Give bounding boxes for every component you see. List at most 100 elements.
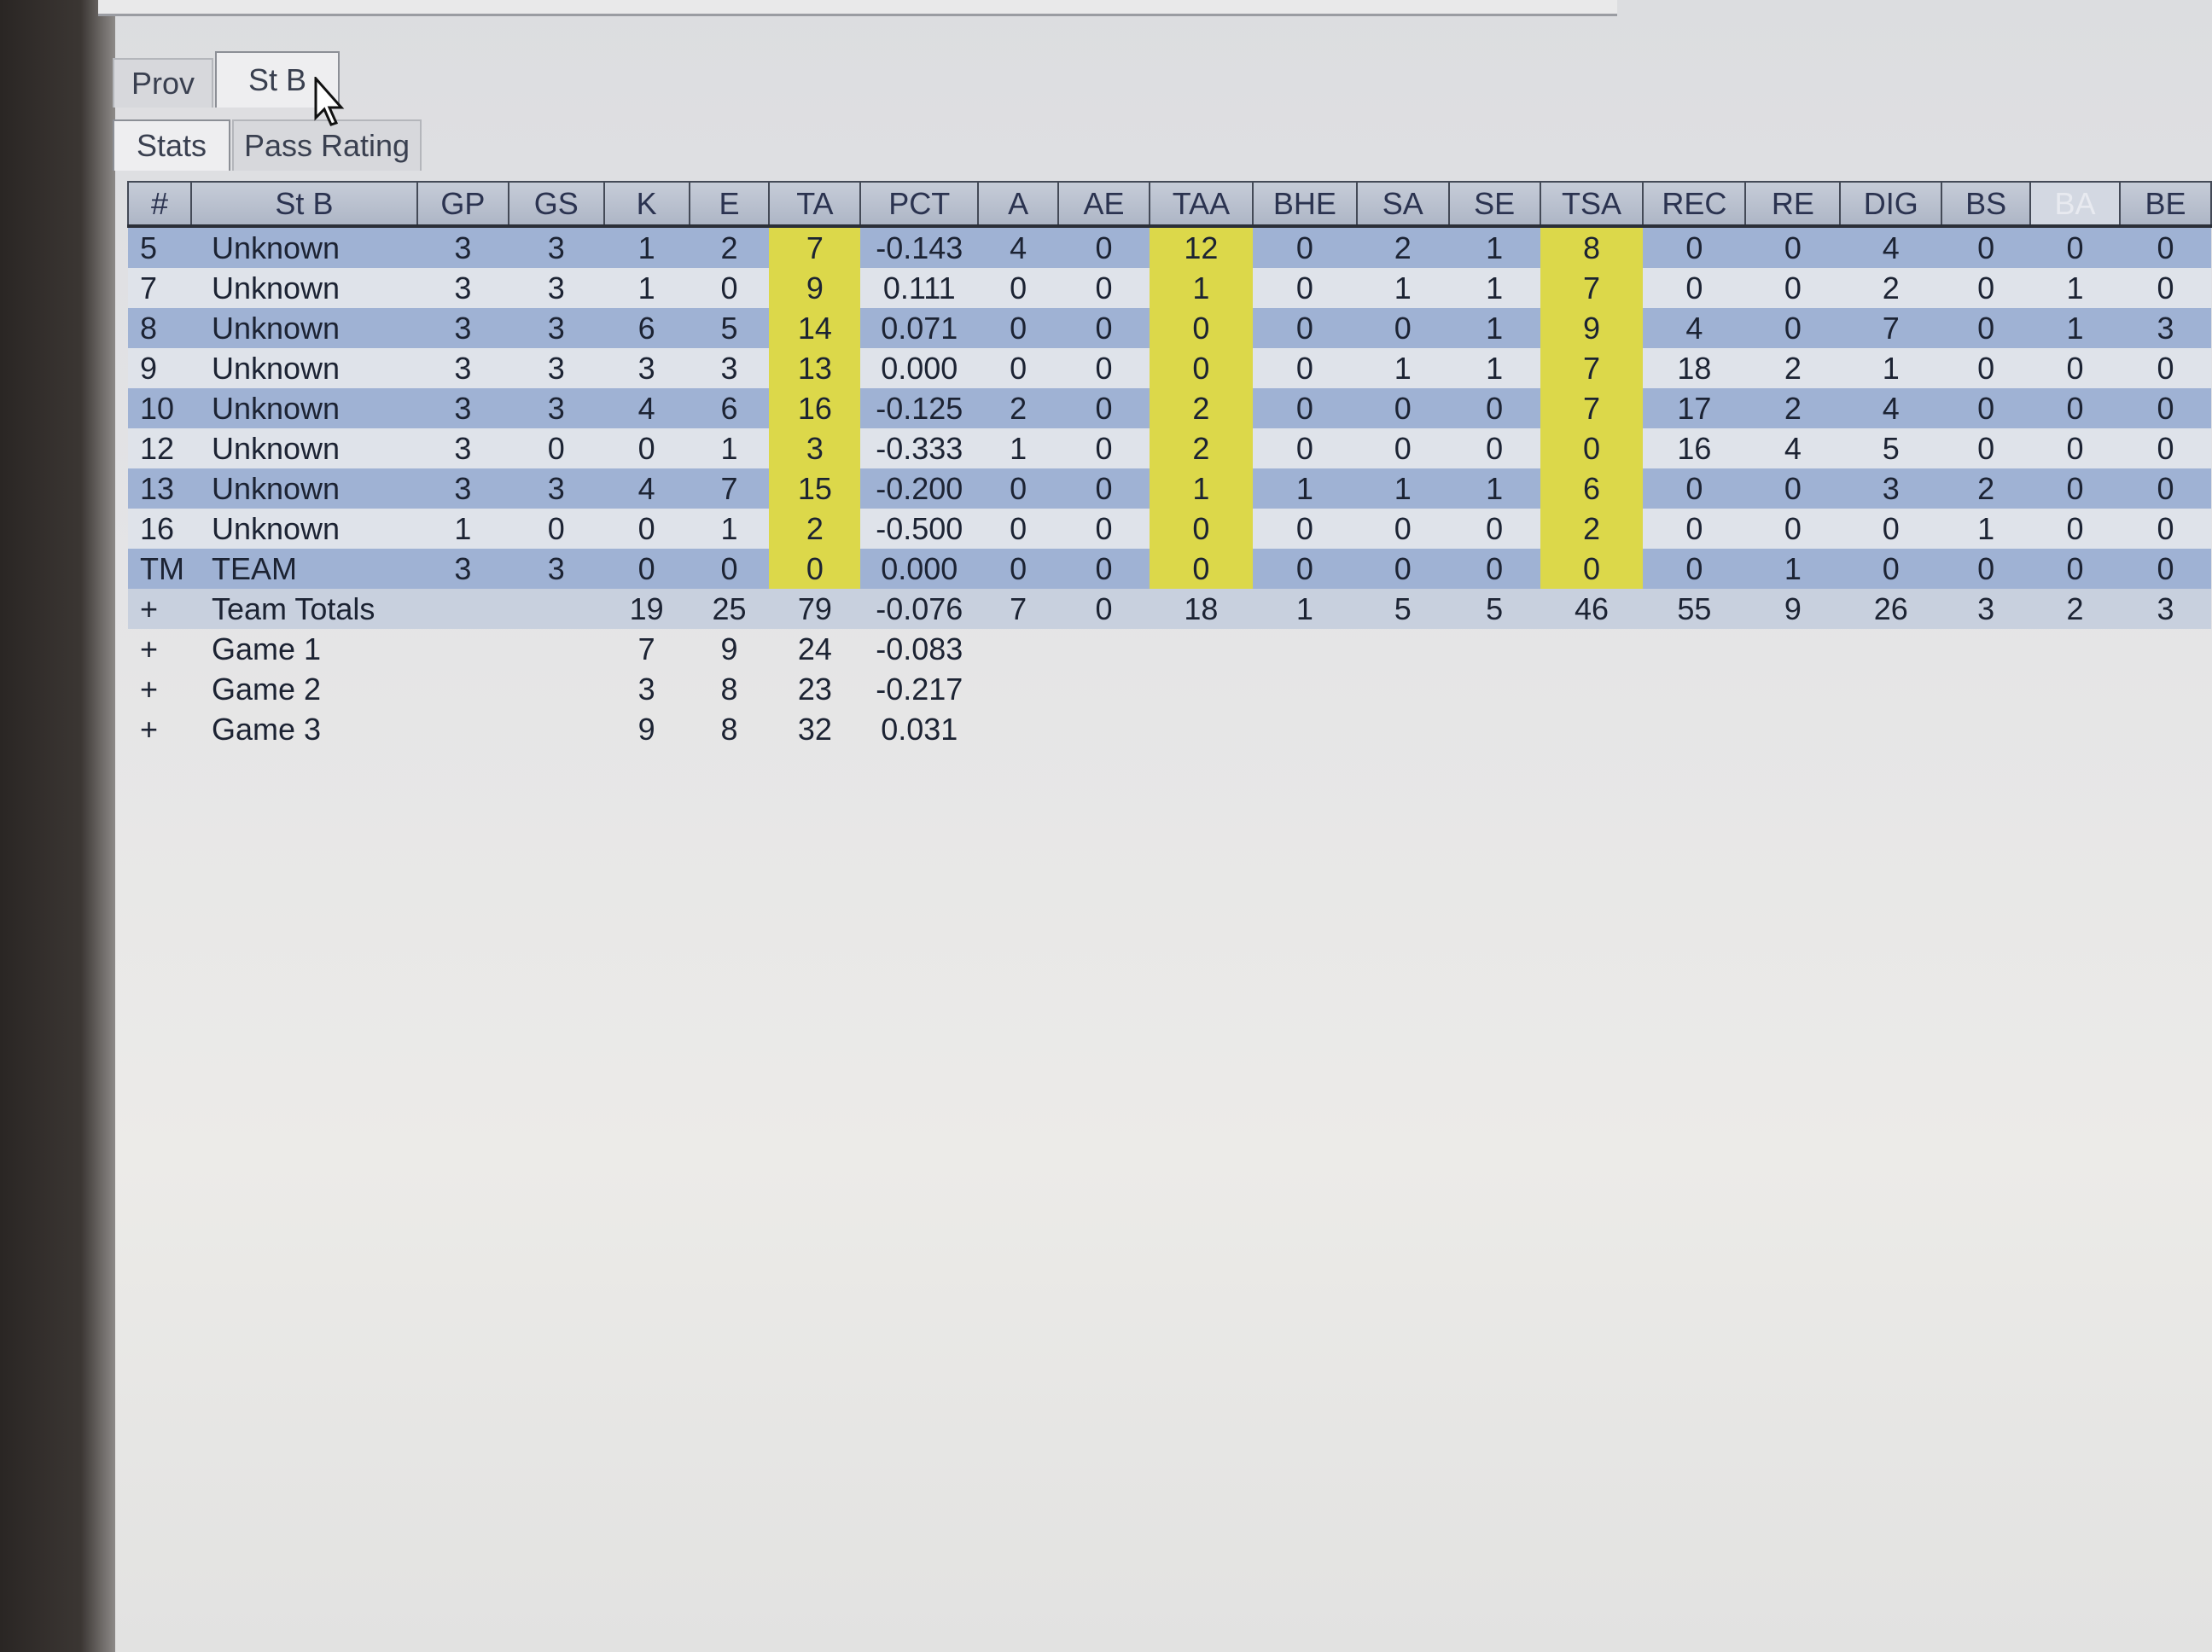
cell-ae: 0 xyxy=(1058,268,1150,308)
cell-tsa: 2 xyxy=(1540,509,1644,549)
cell-k: 3 xyxy=(637,671,655,707)
cell-rec: 16 xyxy=(1643,428,1746,468)
tab-stats[interactable]: Stats xyxy=(113,119,230,171)
column-header-ta[interactable]: TA xyxy=(768,181,862,228)
cell-k: 0 xyxy=(603,428,690,468)
cell-a: 0 xyxy=(978,308,1059,348)
table-row[interactable]: TM TEAM 3 3 0 0 0 0.000 0 0 0 0 0 0 0 0 1 0 0 0 0 xyxy=(128,549,2211,589)
column-header-rec[interactable]: REC xyxy=(1642,181,1747,228)
player-name-cell: Unknown xyxy=(190,428,417,468)
table-row[interactable]: 7 Unknown 3 3 1 0 9 0.111 0 0 1 0 1 1 7 0 0 2 0 1 0 xyxy=(128,268,2211,308)
cell-bs: 0 xyxy=(1941,268,2031,308)
cell-sa: 0 xyxy=(1356,509,1449,549)
cell-taa xyxy=(1150,669,1253,709)
cell-be: 3 xyxy=(2119,308,2211,348)
cell-se: 1 xyxy=(1448,268,1540,308)
totals-row[interactable]: + Team Totals 19 25 79 -0.076 7 0 18 1 5 5 46 55 9 26 3 2… xyxy=(128,589,2211,629)
cell-re xyxy=(1745,629,1840,669)
cell-tsa xyxy=(1540,669,1644,709)
table-row[interactable]: 13 Unknown 3 3 4 7 15 -0.200 0 0 1 1 1 1 6 0 0 3 2 0 0 xyxy=(128,468,2211,509)
cell-bs: 0 xyxy=(1941,308,2031,348)
cell-be: 0 xyxy=(2119,549,2211,589)
column-header-be[interactable]: BE xyxy=(2118,181,2212,228)
cell-dig: 5 xyxy=(1840,428,1942,468)
column-header-st-b[interactable]: St B xyxy=(189,181,418,228)
cell-be: 0 xyxy=(2119,268,2211,308)
column-header-k[interactable]: K xyxy=(602,181,690,228)
column-header-ba[interactable]: BA xyxy=(2029,181,2121,228)
cell-sa: 0 xyxy=(1356,428,1449,468)
totals-row[interactable]: + Game 3 9 8 32 0.031 xyxy=(128,709,2211,749)
cell-se: 0 xyxy=(1448,549,1540,589)
column-header-se[interactable]: SE xyxy=(1447,181,1541,228)
column-header-ae[interactable]: AE xyxy=(1057,181,1150,228)
column-header-number[interactable]: # xyxy=(127,181,192,228)
cell-ae: 0 xyxy=(1058,428,1150,468)
column-header-dig[interactable]: DIG xyxy=(1839,181,1943,228)
table-row[interactable]: 16 Unknown 1 0 0 1 2 -0.500 0 0 0 0 0 0 2 0 0 0 1 0 0 xyxy=(128,509,2211,549)
column-header-bhe[interactable]: BHE xyxy=(1251,181,1358,228)
cell-ae: 0 xyxy=(1058,509,1150,549)
column-header-gp[interactable]: GP xyxy=(416,181,509,228)
cell-bhe: 1 xyxy=(1252,468,1357,509)
totals-row[interactable]: + Game 1 7 9 24 -0.083 xyxy=(128,629,2211,669)
cell-k: 4 xyxy=(603,468,690,509)
cell-se: 1 xyxy=(1448,468,1540,509)
cell-k: 1 xyxy=(603,268,690,308)
cell-be xyxy=(2120,709,2211,749)
column-header-gs[interactable]: GS xyxy=(507,181,605,228)
cell-se: 1 xyxy=(1448,308,1540,348)
column-header-e[interactable]: E xyxy=(688,181,771,228)
cell-dig: 4 xyxy=(1840,388,1942,428)
cell-bhe xyxy=(1253,629,1357,669)
cell-a: 2 xyxy=(978,388,1059,428)
cell-bs: 3 xyxy=(1941,589,2031,629)
player-name-cell: Unknown xyxy=(190,268,417,308)
table-row[interactable]: 9 Unknown 3 3 3 3 13 0.000 0 0 0 0 1 1 7 18 2 1 0 0 0 xyxy=(128,348,2211,388)
totals-row[interactable]: + Game 2 3 8 23 -0.217 xyxy=(128,669,2211,709)
cell-gp: 3 xyxy=(416,388,509,428)
column-header-tsa[interactable]: TSA xyxy=(1539,181,1644,228)
tab-prov[interactable]: Prov xyxy=(113,58,213,108)
cell-gs xyxy=(508,589,604,629)
table-row[interactable]: 8 Unknown 3 3 6 5 14 0.071 0 0 0 0 0 1 9 4 0 7 0 1 3 xyxy=(128,308,2211,348)
cell-rec: 18 xyxy=(1643,348,1746,388)
cell-se xyxy=(1449,629,1540,669)
cell-tsa: 0 xyxy=(1540,428,1644,468)
cell-k: 6 xyxy=(603,308,690,348)
cell-gp: 3 xyxy=(416,308,509,348)
cell-number: 13 xyxy=(128,468,191,509)
cell-ba: 0 xyxy=(2030,549,2120,589)
cell-e: 0 xyxy=(689,549,770,589)
cell-pct: 0.111 xyxy=(860,268,979,308)
table-row[interactable]: 12 Unknown 3 0 0 1 3 -0.333 1 0 2 0 0 0 0 16 4 5 0 0 0 xyxy=(128,428,2211,468)
cell-rec: 0 xyxy=(1643,468,1746,509)
column-header-a[interactable]: A xyxy=(977,181,1060,228)
cell-k: 7 xyxy=(637,631,655,666)
cell-number: 5 xyxy=(128,226,191,268)
cell-taa: 0 xyxy=(1149,348,1253,388)
cell-sa xyxy=(1357,709,1449,749)
cell-taa xyxy=(1150,709,1253,749)
cell-taa: 1 xyxy=(1149,468,1253,509)
cell-be: 0 xyxy=(2119,509,2211,549)
cell-ba xyxy=(2030,709,2120,749)
column-header-pct[interactable]: PCT xyxy=(859,181,980,228)
cell-be: 0 xyxy=(2119,348,2211,388)
cell-rec xyxy=(1643,669,1745,709)
cell-dig: 0 xyxy=(1840,509,1942,549)
cell-re: 1 xyxy=(1745,549,1841,589)
column-header-re[interactable]: RE xyxy=(1744,181,1842,228)
cell-ba: 2 xyxy=(2030,589,2120,629)
cell-pct: -0.200 xyxy=(860,468,979,509)
cell-re: 9 xyxy=(1745,589,1841,629)
table-row[interactable]: 10 Unknown 3 3 4 6 16 -0.125 2 0 2 0 0 0 7 17 2 4 0 0 0 xyxy=(128,388,2211,428)
table-row[interactable]: 5 Unknown 3 3 1 2 7 -0.143 4 0 12 0 2 1 8 0 0 4 0 0 0 xyxy=(128,226,2211,268)
cell-taa xyxy=(1150,629,1253,669)
cell-number: 12 xyxy=(128,428,191,468)
cell-ba xyxy=(2030,669,2120,709)
column-header-sa[interactable]: SA xyxy=(1355,181,1450,228)
column-header-taa[interactable]: TAA xyxy=(1148,181,1254,228)
cell-pct: 0.000 xyxy=(860,549,979,589)
column-header-bs[interactable]: BS xyxy=(1941,181,2032,228)
